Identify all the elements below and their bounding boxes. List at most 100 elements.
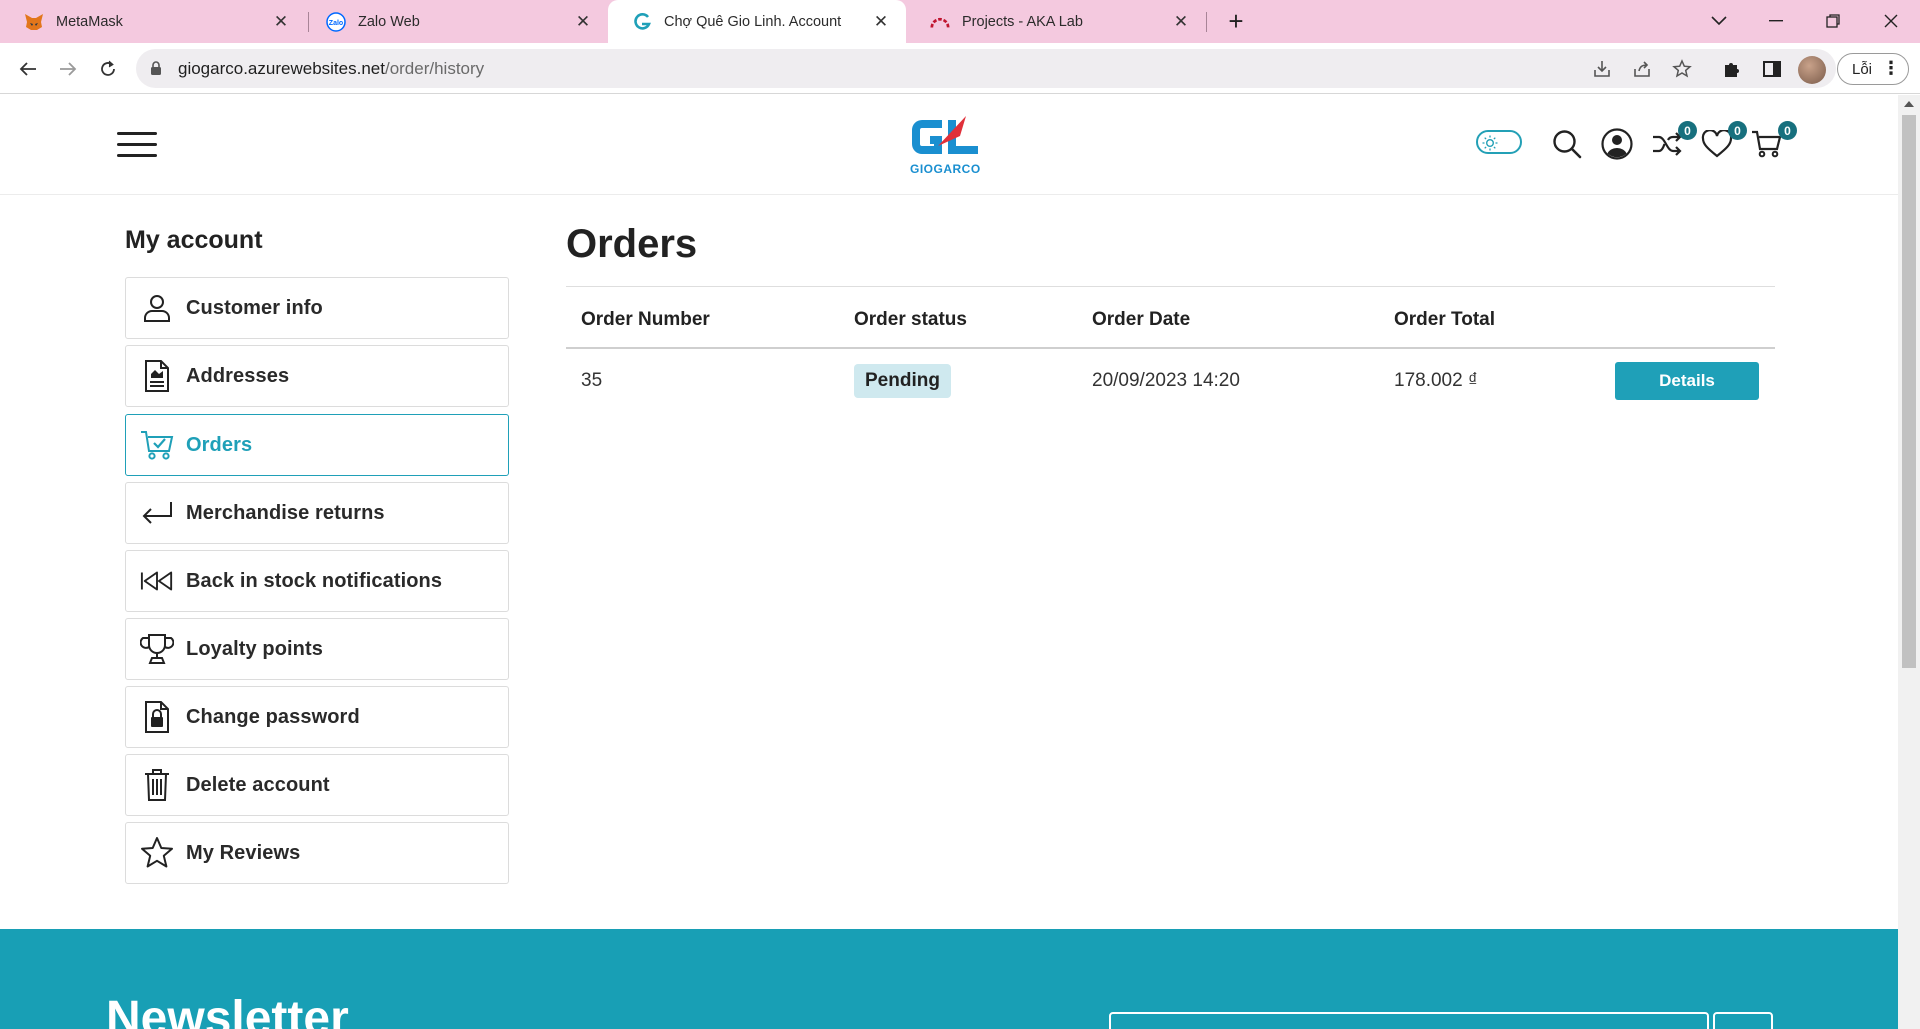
side-panel-icon[interactable]	[1758, 55, 1786, 83]
tab-aka-lab[interactable]: Projects - AKA Lab ✕	[906, 0, 1206, 43]
star-icon	[140, 836, 174, 870]
status-badge: Pending	[854, 364, 951, 398]
close-tab-icon[interactable]: ✕	[870, 11, 892, 33]
orders-table-header: Order Number Order status Order Date Ord…	[566, 286, 1775, 349]
close-tab-icon[interactable]: ✕	[1170, 11, 1192, 33]
sidebar-item-label: Merchandise returns	[186, 501, 385, 524]
tab-giogarco-account[interactable]: Chợ Quê Gio Linh. Account ✕	[608, 0, 906, 43]
tab-metamask[interactable]: MetaMask ✕	[0, 0, 306, 43]
tab-separator	[1206, 12, 1207, 32]
sidebar-item-back-in-stock[interactable]: Back in stock notifications	[125, 550, 509, 612]
order-details-button[interactable]: Details	[1615, 362, 1759, 400]
column-header-order-number: Order Number	[581, 309, 710, 330]
table-row: 35 Pending 20/09/2023 14:20 178.002 ₫ De…	[566, 349, 1775, 417]
install-app-icon[interactable]	[1590, 57, 1614, 81]
address-bar[interactable]: giogarco.azurewebsites.net/order/history	[136, 49, 1836, 88]
close-tab-icon[interactable]: ✕	[270, 11, 292, 33]
minimize-window-icon[interactable]	[1761, 6, 1791, 36]
tab-search-chevron-icon[interactable]	[1704, 6, 1734, 36]
newsletter-section: Newsletter	[0, 929, 1898, 1029]
sidebar-item-label: Delete account	[186, 773, 330, 796]
zalo-icon: Zalo	[326, 11, 346, 32]
restore-window-icon[interactable]	[1818, 6, 1848, 36]
account-user-icon[interactable]	[1600, 127, 1634, 161]
profile-avatar[interactable]	[1798, 56, 1826, 84]
logo-wordmark: GIOGARCO	[910, 162, 981, 176]
profile-error-button[interactable]: Lỗi ⋮	[1837, 53, 1909, 85]
scroll-up-arrow-icon[interactable]	[1904, 101, 1914, 107]
bookmark-star-icon[interactable]	[1670, 57, 1694, 81]
tab-zalo[interactable]: Zalo Zalo Web ✕	[302, 0, 608, 43]
sidebar-item-customer-info[interactable]: Customer info	[125, 277, 509, 339]
sun-icon	[1482, 135, 1498, 151]
trophy-icon	[140, 632, 174, 666]
sidebar-item-delete-account[interactable]: Delete account	[125, 754, 509, 816]
sidebar-item-label: Loyalty points	[186, 637, 323, 660]
page-scrollbar[interactable]	[1898, 95, 1920, 1029]
sidebar-item-merchandise-returns[interactable]: Merchandise returns	[125, 482, 509, 544]
trash-icon	[140, 768, 174, 802]
sidebar-item-label: My Reviews	[186, 841, 301, 864]
sidebar-item-my-reviews[interactable]: My Reviews	[125, 822, 509, 884]
return-arrow-icon	[140, 496, 174, 530]
wishlist-count-badge: 0	[1728, 121, 1747, 140]
giogarco-logo-mark-icon	[912, 116, 978, 154]
sidebar-item-label: Back in stock notifications	[186, 569, 443, 592]
search-icon[interactable]	[1550, 127, 1584, 161]
order-total: 178.002 ₫	[1394, 370, 1478, 391]
svg-text:Zalo: Zalo	[329, 20, 343, 27]
sidebar-item-orders[interactable]: Orders	[125, 414, 509, 476]
profile-label: Lỗi	[1852, 60, 1873, 78]
sidebar-item-label: Addresses	[186, 364, 290, 387]
metamask-fox-icon	[24, 12, 44, 32]
tab-title: Projects - AKA Lab	[962, 13, 1083, 30]
tab-title: MetaMask	[56, 13, 123, 30]
reload-icon[interactable]	[92, 53, 124, 85]
sidebar-item-change-password[interactable]: Change password	[125, 686, 509, 748]
address-document-icon	[140, 359, 174, 393]
close-tab-icon[interactable]: ✕	[572, 11, 594, 33]
site-header: GIOGARCO 0 0 0	[0, 95, 1898, 195]
sidebar-item-label: Change password	[186, 705, 360, 728]
column-header-order-status: Order status	[854, 309, 967, 330]
share-icon[interactable]	[1630, 57, 1654, 81]
new-tab-button[interactable]: +	[1222, 8, 1250, 36]
extensions-puzzle-icon[interactable]	[1718, 55, 1746, 83]
cart-count-badge: 0	[1778, 121, 1797, 140]
newsletter-title: Newsletter	[106, 992, 349, 1029]
sidebar-item-loyalty-points[interactable]: Loyalty points	[125, 618, 509, 680]
back-arrow-icon[interactable]	[12, 53, 44, 85]
lock-icon[interactable]	[150, 61, 162, 76]
forward-arrow-icon[interactable]	[52, 53, 84, 85]
url-path: /order/history	[384, 59, 485, 78]
tab-title: Zalo Web	[358, 13, 420, 30]
sidebar-item-label: Orders	[186, 433, 253, 456]
order-date: 20/09/2023 14:20	[1092, 370, 1240, 391]
browser-tab-bar: MetaMask ✕ Zalo Zalo Web ✕ Chợ Quê Gio L…	[0, 0, 1920, 43]
cart-check-icon	[140, 428, 174, 462]
theme-toggle-switch[interactable]	[1476, 130, 1522, 154]
giogarco-g-icon	[632, 12, 652, 32]
more-menu-icon[interactable]: ⋮	[1882, 59, 1900, 77]
newsletter-email-input[interactable]	[1109, 1012, 1709, 1029]
scrollbar-thumb[interactable]	[1902, 115, 1916, 668]
column-header-order-date: Order Date	[1092, 309, 1191, 330]
browser-toolbar: giogarco.azurewebsites.net/order/history…	[0, 43, 1920, 94]
orders-table: Order Number Order status Order Date Ord…	[566, 286, 1775, 417]
page-title: Orders	[566, 222, 698, 266]
lock-document-icon	[140, 700, 174, 734]
sidebar-item-label: Customer info	[186, 296, 323, 319]
url-host: giogarco.azurewebsites.net	[178, 59, 385, 78]
site-logo[interactable]: GIOGARCO	[908, 112, 990, 182]
newsletter-subscribe-button[interactable]	[1713, 1012, 1773, 1029]
order-number: 35	[581, 370, 603, 391]
aka-lab-icon	[930, 12, 950, 32]
rewind-icon	[140, 564, 174, 598]
sidebar-title: My account	[125, 226, 263, 254]
sidebar-item-addresses[interactable]: Addresses	[125, 345, 509, 407]
close-window-icon[interactable]	[1876, 6, 1906, 36]
column-header-order-total: Order Total	[1394, 309, 1495, 330]
hamburger-menu-icon[interactable]	[117, 132, 157, 158]
user-icon	[140, 291, 174, 325]
url-text[interactable]: giogarco.azurewebsites.net/order/history	[178, 59, 484, 79]
